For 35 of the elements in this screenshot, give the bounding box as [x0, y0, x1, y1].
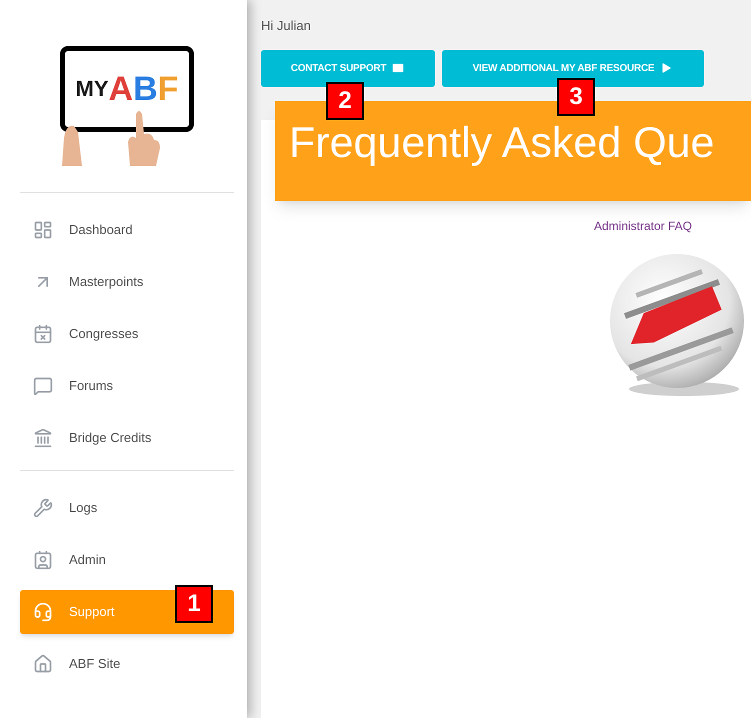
sidebar-label: Logs — [69, 499, 98, 518]
sidebar-label: Congresses — [69, 325, 138, 344]
callout-tooltip: 1 — [175, 585, 213, 623]
sidebar-label: Bridge Credits — [69, 429, 152, 448]
dashboard-icon — [33, 220, 53, 240]
sidebar-label: Admin — [69, 551, 106, 570]
sidebar-item[interactable]: Bridge Credits — [20, 416, 234, 460]
chat-icon — [33, 376, 53, 396]
sidebar-item[interactable]: Congresses — [20, 312, 234, 356]
page-title: Frequently Asked Que — [289, 118, 714, 168]
bank-icon — [33, 428, 53, 448]
sidebar-item[interactable]: Admin — [20, 538, 234, 582]
calendar-icon — [33, 324, 53, 344]
logo-letters: F — [158, 72, 178, 106]
logo-letters: B — [133, 72, 158, 106]
sidebar-item[interactable]: ABF Site — [20, 642, 234, 686]
logo-letters: A — [108, 72, 134, 106]
sidebar-label: Support — [69, 603, 115, 622]
id-card-icon — [33, 550, 53, 570]
sidebar-item[interactable]: Masterpoints — [20, 260, 234, 304]
sidebar-item[interactable]: Dashboard — [20, 208, 234, 252]
sidebar-label: Dashboard — [69, 221, 133, 240]
home-icon — [33, 654, 53, 674]
callout-tooltip: 3 — [557, 78, 595, 116]
greeting: Hi Julian — [261, 17, 312, 35]
headset-icon — [33, 602, 53, 622]
sidebar-label: Forums — [69, 377, 114, 396]
callout-tooltip: 2 — [326, 82, 364, 120]
wrench-icon — [33, 498, 53, 518]
sidebar-label: ABF Site — [69, 655, 120, 674]
sidebar-item[interactable]: Logs — [20, 486, 234, 530]
logo-letters: MY — [76, 78, 109, 100]
sidebar-label: Masterpoints — [69, 273, 144, 292]
sidebar-item[interactable]: Forums — [20, 364, 234, 408]
faq-link[interactable]: Administrator FAQ — [594, 216, 692, 234]
